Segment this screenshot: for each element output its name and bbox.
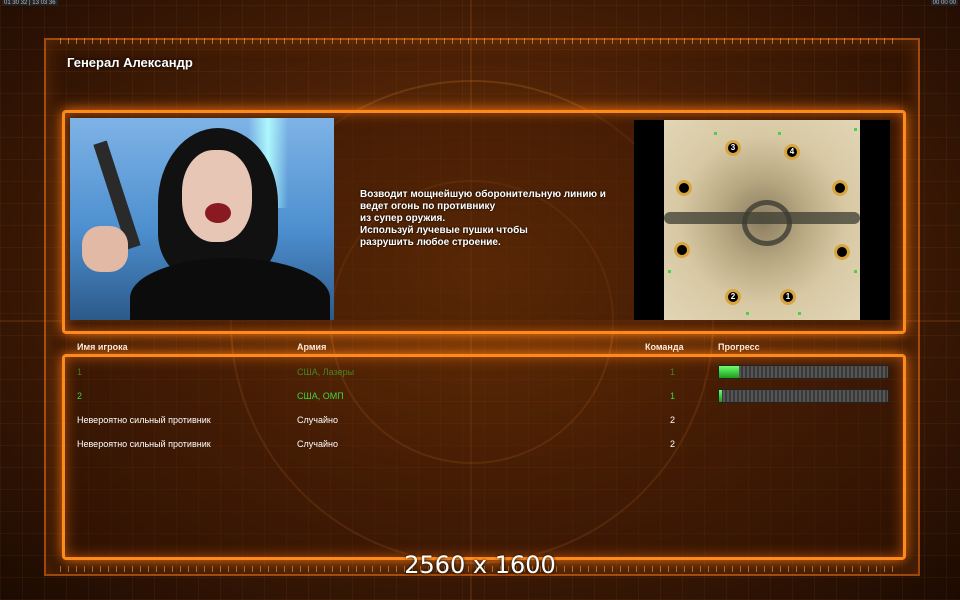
resolution-label: 2560 x 1600 <box>404 551 556 579</box>
player-row[interactable]: Невероятно сильный противник Случайно 2 <box>0 439 960 453</box>
player-army[interactable]: Случайно <box>297 439 338 449</box>
player-name[interactable]: Невероятно сильный противник <box>77 415 211 425</box>
map-marker-dot <box>668 270 671 273</box>
player-name: 2 <box>77 391 83 401</box>
portrait-body <box>130 258 330 320</box>
supply-spot <box>832 180 848 196</box>
general-description: Возводит мощнейшую оборонительную линию … <box>360 189 606 248</box>
map-marker-dot <box>854 270 857 273</box>
map-marker-dot <box>746 312 749 315</box>
progress-fill <box>719 366 740 378</box>
player-army[interactable]: США, ОМП <box>297 391 344 401</box>
supply-spot <box>834 244 850 260</box>
start-position-1[interactable]: 1 <box>780 289 796 305</box>
top-left-counter: 01 30 32 | 13 03 36 <box>2 0 58 6</box>
start-position-3[interactable]: 3 <box>725 140 741 156</box>
start-position-number: 3 <box>730 143 736 152</box>
column-header-team: Команда <box>645 342 684 352</box>
top-status-bar: 01 30 32 | 13 03 36 00 00 00 <box>0 0 960 8</box>
column-header-progress: Прогресс <box>718 342 760 352</box>
map-center-ring <box>742 200 792 246</box>
player-name: 1 <box>77 367 83 377</box>
supply-spot <box>674 242 690 258</box>
supply-spot <box>676 180 692 196</box>
start-position-number: 1 <box>785 292 791 301</box>
player-name[interactable]: Невероятно сильный противник <box>77 439 211 449</box>
progress-bar <box>718 389 889 403</box>
start-position-number: 2 <box>730 292 736 301</box>
player-row[interactable]: Невероятно сильный противник Случайно 2 <box>0 415 960 429</box>
portrait-hand <box>82 226 128 272</box>
start-position-number: 4 <box>789 147 795 156</box>
map-marker-dot <box>778 132 781 135</box>
column-header-army: Армия <box>297 342 327 352</box>
column-header-name: Имя игрока <box>77 342 128 352</box>
start-position-4[interactable]: 4 <box>784 144 800 160</box>
player-team[interactable]: 1 <box>670 367 675 377</box>
player-army[interactable]: США, Лазеры <box>297 367 354 377</box>
portrait-mouth <box>205 203 231 223</box>
player-team[interactable]: 2 <box>670 415 675 425</box>
player-team[interactable]: 1 <box>670 391 675 401</box>
map-marker-dot <box>854 128 857 131</box>
start-position-2[interactable]: 2 <box>725 289 741 305</box>
map-marker-dot <box>798 312 801 315</box>
general-portrait <box>70 118 334 320</box>
player-team[interactable]: 2 <box>670 439 675 449</box>
progress-bar <box>718 365 889 379</box>
player-army[interactable]: Случайно <box>297 415 338 425</box>
page-title: Генерал Александр <box>67 55 193 70</box>
players-panel <box>62 354 906 560</box>
map-preview: 3 4 2 1 <box>634 120 890 320</box>
map-marker-dot <box>714 132 717 135</box>
top-tick-ruler <box>60 38 900 44</box>
progress-fill <box>719 390 723 402</box>
top-right-counter: 00 00 00 <box>930 0 958 6</box>
portrait-face <box>182 150 252 242</box>
